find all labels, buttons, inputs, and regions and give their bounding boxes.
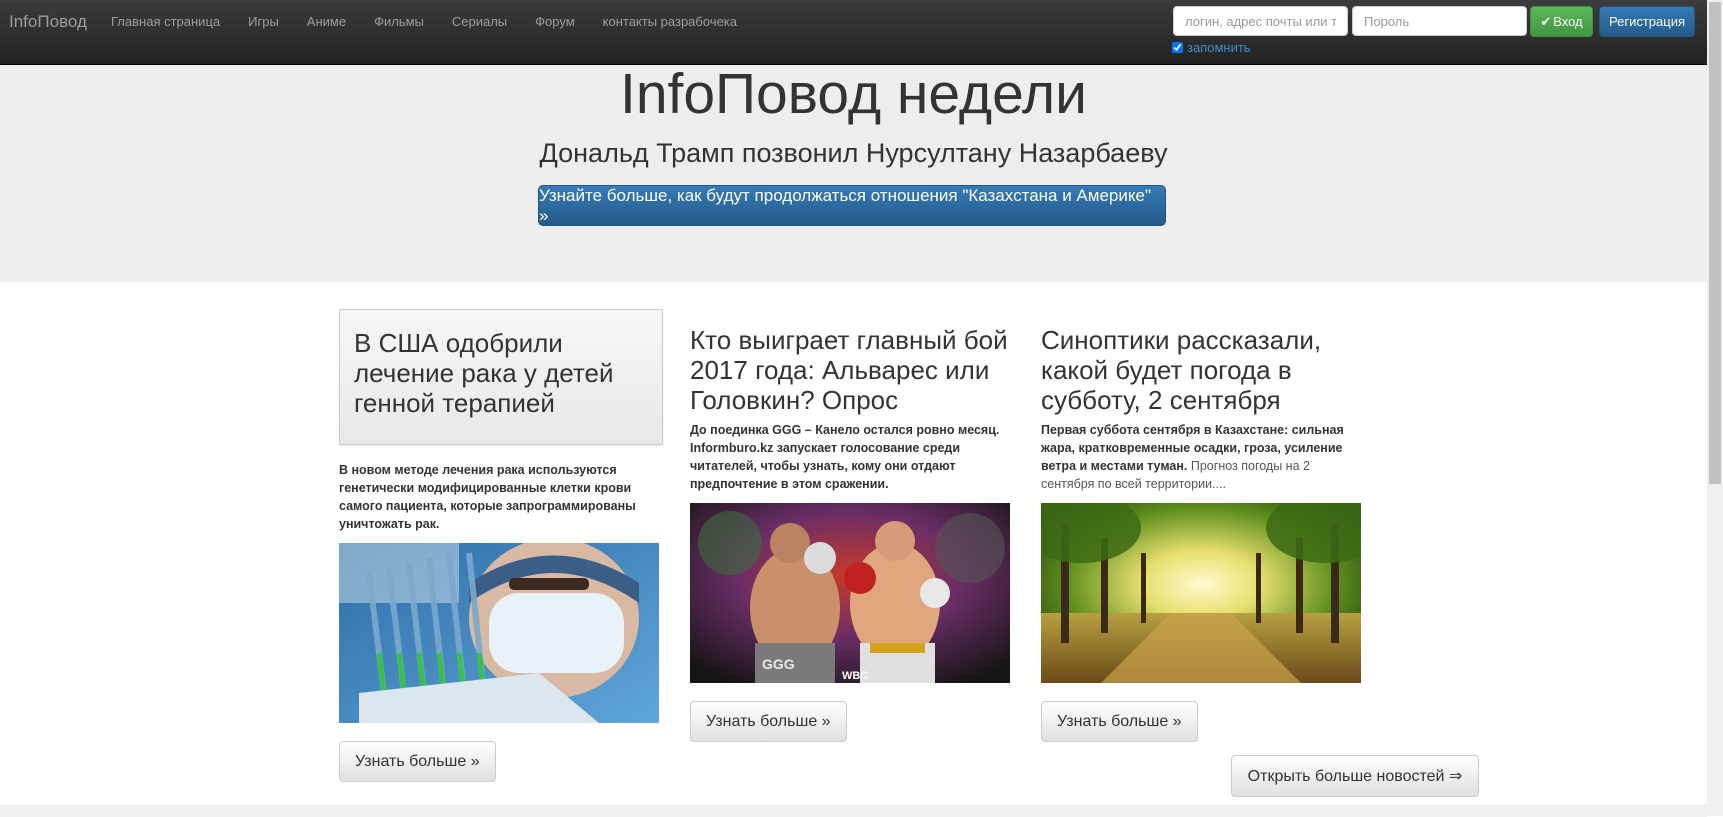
navbar: InfoПовод Главная страница Игры Аниме Фи… — [0, 0, 1707, 65]
article-card: Кто выиграет главный бой 2017 года: Альв… — [690, 309, 1010, 742]
nav-link-games[interactable]: Игры — [248, 14, 279, 29]
article-more-button[interactable]: Узнать больше » — [690, 701, 847, 742]
jumbotron-title: InfoПовод недели — [619, 62, 1088, 126]
login-button[interactable]: ✔ Вход — [1530, 6, 1593, 37]
remember-me: запомнить — [1172, 40, 1251, 55]
jumbotron: InfoПовод недели Дональд Трамп позвонил … — [0, 62, 1707, 282]
article-title-box: В США одобрили лечение рака у детей генн… — [339, 309, 663, 445]
article-title: В США одобрили лечение рака у детей генн… — [354, 328, 614, 418]
nav-link-anime[interactable]: Аниме — [307, 14, 346, 29]
scrollbar[interactable] — [1707, 0, 1723, 816]
footer-bar — [0, 805, 1707, 817]
fighter-shorts-label: GGG — [762, 656, 795, 672]
register-button[interactable]: Регистрация — [1599, 6, 1695, 37]
boxing-fight-image: GGG WBC — [690, 503, 1010, 683]
article-more-button[interactable]: Узнать больше » — [1041, 701, 1198, 742]
article-title: Синоптики рассказали, какой будет погода… — [1041, 325, 1322, 415]
check-icon: ✔ — [1540, 13, 1552, 29]
jumbotron-more-button[interactable]: Узнайте больше, как будут продолжаться о… — [538, 185, 1166, 226]
article-description-bold: В новом методе лечения рака используются… — [339, 463, 636, 531]
nav-link-series[interactable]: Сериалы — [452, 14, 507, 29]
nav-link-home[interactable]: Главная страница — [111, 14, 220, 29]
remember-label[interactable]: запомнить — [1187, 40, 1251, 55]
nav-link-forum[interactable]: Форум — [535, 14, 575, 29]
sunlit-forest-path-image — [1041, 503, 1361, 683]
brand-logo[interactable]: InfoПовод — [9, 12, 87, 32]
login-input[interactable] — [1173, 6, 1348, 36]
jumbotron-subtitle: Дональд Трамп позвонил Нурсултану Назарб… — [539, 138, 1168, 168]
nav-link-movies[interactable]: Фильмы — [374, 14, 424, 29]
article-description: В новом методе лечения рака используются… — [339, 461, 659, 533]
article-description: Первая суббота сентября в Казахстане: си… — [1041, 421, 1361, 493]
open-more-news-button[interactable]: Открыть больше новостей ⇒ — [1231, 755, 1479, 797]
nav-links: Главная страница Игры Аниме Фильмы Сериа… — [97, 14, 751, 29]
article-description-bold: До поединка GGG – Канело остался ровно м… — [690, 423, 1000, 491]
belt-label: WBC — [842, 670, 868, 682]
remember-checkbox[interactable] — [1172, 42, 1183, 53]
article-card: Синоптики рассказали, какой будет погода… — [1041, 309, 1361, 742]
password-input[interactable] — [1352, 6, 1527, 36]
login-button-label: Вход — [1553, 14, 1583, 29]
scrollbar-thumb[interactable] — [1709, 2, 1721, 484]
article-more-button[interactable]: Узнать больше » — [339, 741, 496, 782]
article-card: В США одобрили лечение рака у детей генн… — [339, 309, 663, 782]
article-title: Кто выиграет главный бой 2017 года: Альв… — [690, 325, 1008, 415]
article-description: До поединка GGG – Канело остался ровно м… — [690, 421, 1010, 493]
doctor-test-tubes-image — [339, 543, 659, 723]
nav-link-contacts[interactable]: контакты разрабочека — [603, 14, 737, 29]
